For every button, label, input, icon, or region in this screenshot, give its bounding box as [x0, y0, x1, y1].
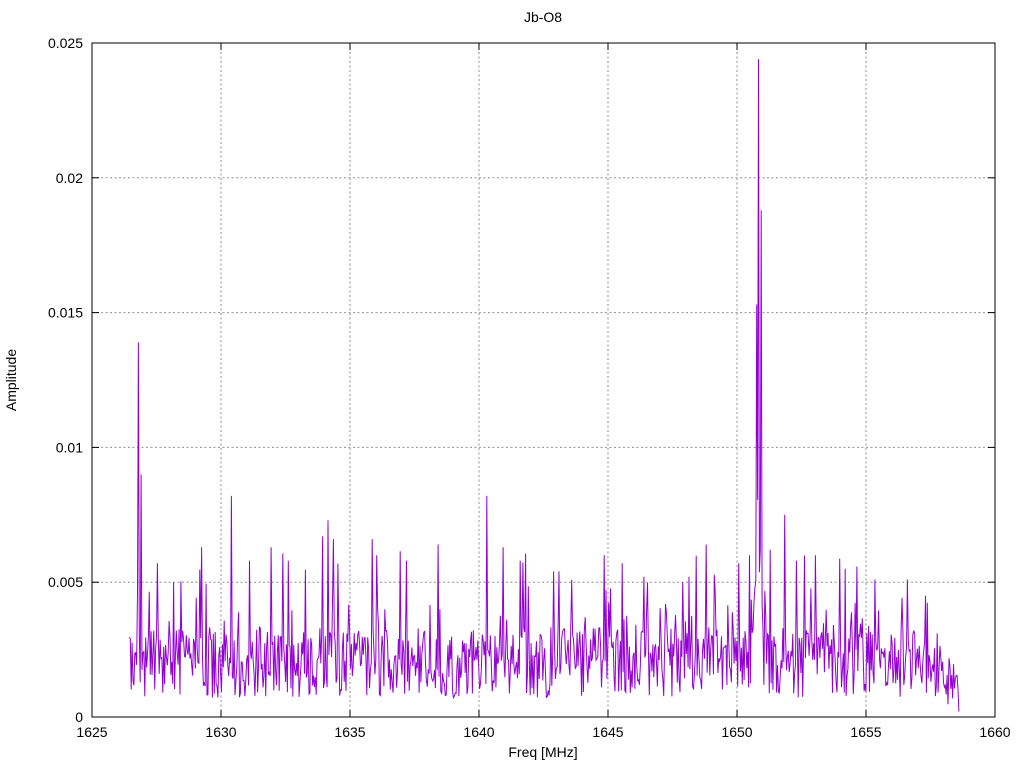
- x-tick-label: 1645: [592, 724, 623, 740]
- y-tick-label: 0: [75, 709, 83, 725]
- x-axis-label: Freq [MHz]: [508, 744, 577, 760]
- chart-title: Jb-O8: [524, 9, 562, 25]
- y-tick-label: 0.005: [48, 574, 83, 590]
- plot-border: [91, 42, 996, 718]
- x-tick-label: 1640: [463, 724, 494, 740]
- x-tick-label: 1630: [205, 724, 236, 740]
- x-tick-label: 1660: [979, 724, 1010, 740]
- grid-lines: [92, 43, 995, 717]
- spectrum-chart: 1625 1630 1635 1640 1645 1650 1655 1660 0 0.005 0.…: [3, 9, 1011, 760]
- data-layer: [128, 59, 960, 712]
- x-tick-label: 1655: [850, 724, 881, 740]
- x-tick-label: 1625: [76, 724, 107, 740]
- y-tick-label: 0.02: [56, 170, 83, 186]
- y-tick-label: 0.025: [48, 35, 83, 51]
- spectrum-line: [128, 59, 960, 712]
- x-tick-label: 1650: [721, 724, 752, 740]
- y-axis-label: Amplitude: [3, 349, 19, 411]
- x-tick-label: 1635: [334, 724, 365, 740]
- chart-page: 1625 1630 1635 1640 1645 1650 1655 1660 0 0.005 0.…: [0, 0, 1024, 768]
- y-tick-label: 0.01: [56, 439, 83, 455]
- y-tick-label: 0.015: [48, 305, 83, 321]
